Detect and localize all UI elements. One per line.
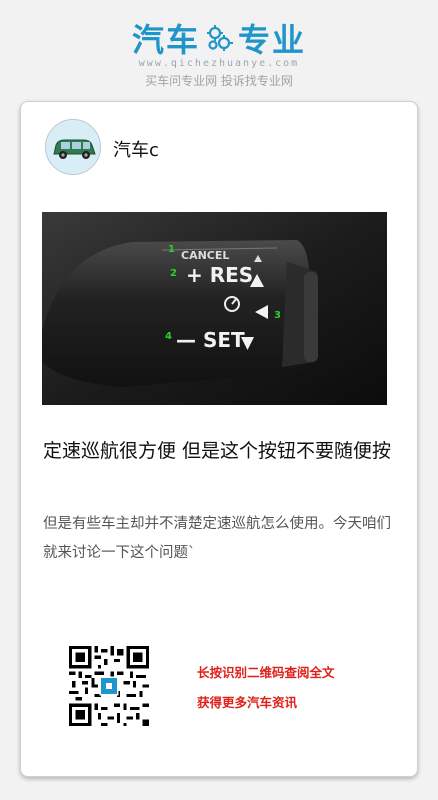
article-card[interactable]: 汽车c CANCEL + RES — SET 1 2 3 4 定速巡航很方便 但… [20, 101, 418, 777]
car-avatar-icon[interactable] [45, 119, 101, 175]
author-name[interactable]: 汽车c [113, 136, 159, 162]
site-slogan: 买车问专业网 投诉找专业网 [145, 74, 293, 88]
article-summary: 但是有些车主却并不清楚定速巡航怎么使用。今天咱们就来讨论一下这个问题` [43, 516, 391, 561]
label-num2: 2 [170, 268, 177, 279]
label-num4: 4 [165, 331, 172, 342]
logo-text-right: 专业 [238, 21, 307, 59]
promo-line-1: 长按识别二维码查阅全文 [197, 665, 335, 680]
site-domain: www.qichezhuanye.com [138, 58, 300, 69]
promo-text: 长按识别二维码查阅全文 获得更多汽车资讯 [197, 658, 335, 718]
label-cancel: CANCEL [181, 249, 229, 262]
logo-text-left: 汽车 [131, 21, 200, 59]
article-image[interactable]: CANCEL + RES — SET 1 2 3 4 [42, 212, 387, 405]
promo-line-2: 获得更多汽车资讯 [197, 695, 298, 710]
label-set: — SET [176, 328, 245, 352]
site-logo[interactable]: 汽车 专业 [0, 18, 438, 59]
gear-icon [204, 23, 234, 53]
site-header: 汽车 专业 www.qichezhuanye.com 买车问专业网 投诉找专业网 [0, 0, 438, 100]
label-num3: 3 [274, 310, 281, 321]
article-title[interactable]: 定速巡航很方便 但是这个按钮不要随便按 [43, 436, 393, 466]
qr-code-icon[interactable] [69, 646, 149, 726]
label-num1: 1 [168, 244, 175, 255]
label-res: + RES [186, 263, 253, 287]
